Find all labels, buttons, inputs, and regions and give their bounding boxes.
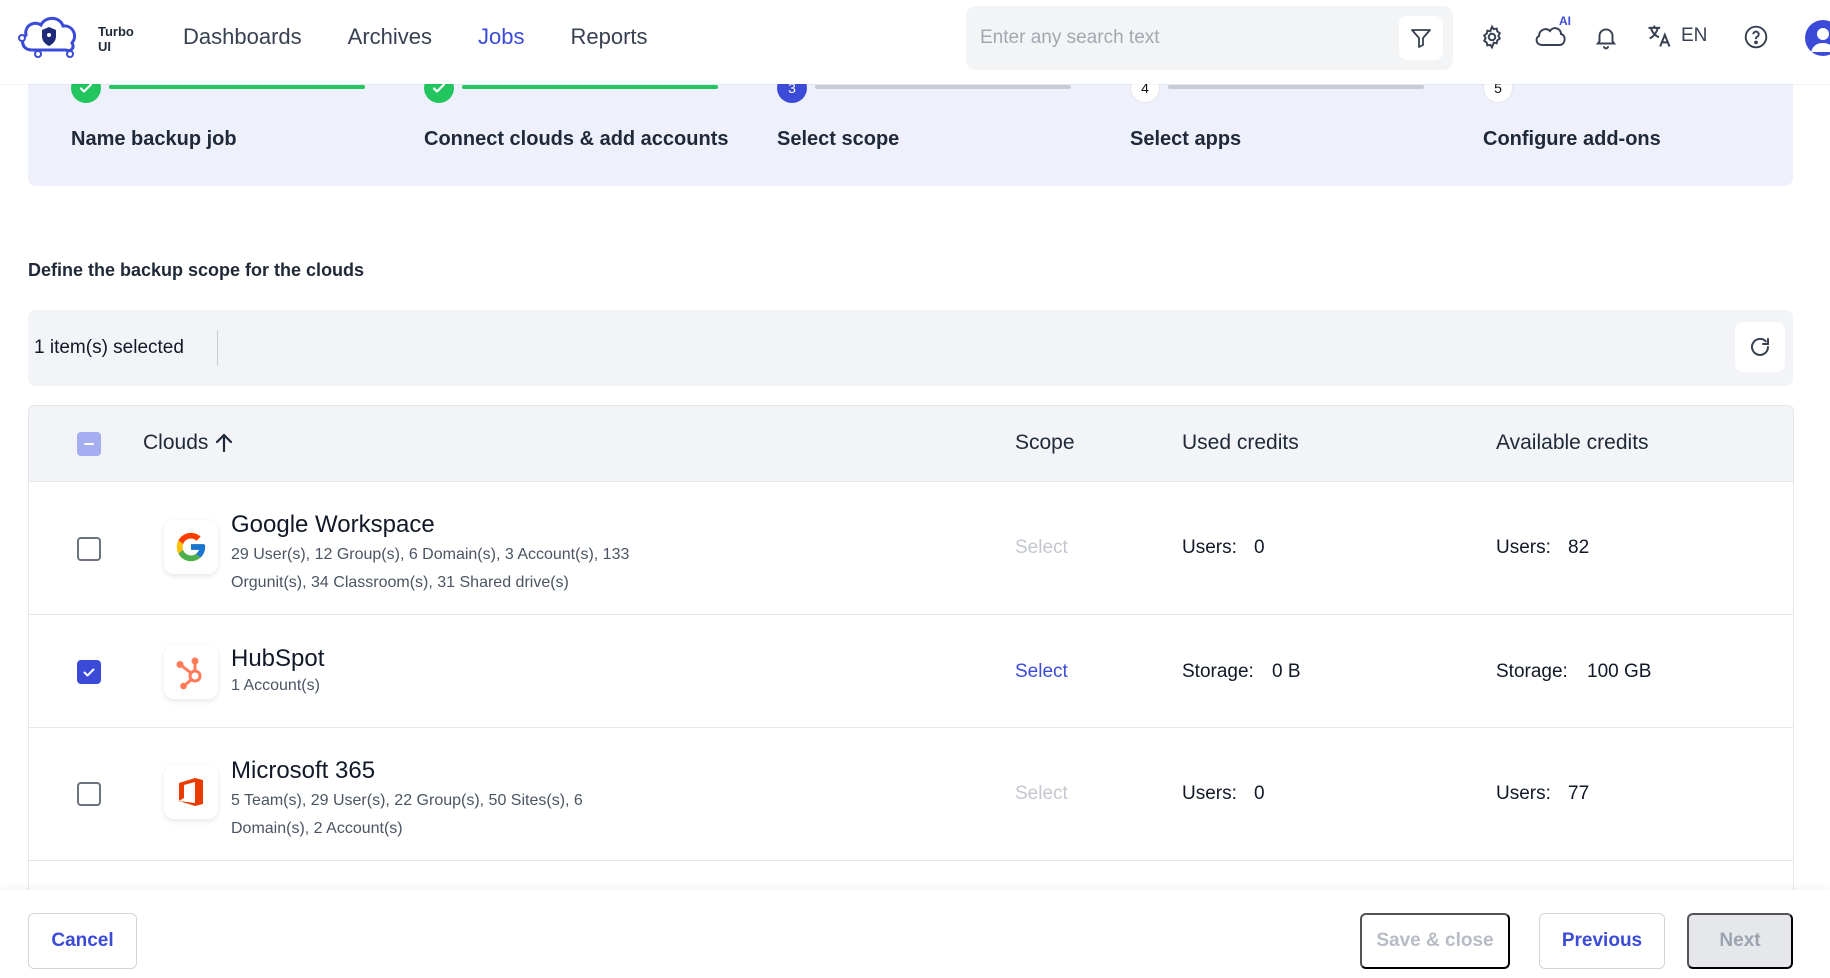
- row-checkbox[interactable]: [77, 782, 101, 806]
- language-code: EN: [1681, 25, 1708, 46]
- bell-icon: [1595, 28, 1617, 50]
- check-icon: [83, 668, 95, 677]
- nav-jobs[interactable]: Jobs: [478, 24, 524, 50]
- used-credits-label: Storage:: [1182, 661, 1254, 682]
- step-label: Select scope: [777, 128, 900, 150]
- filter-icon: [1411, 29, 1431, 48]
- gear-icon: [1482, 24, 1502, 50]
- app-name: HubSpot: [231, 645, 325, 672]
- selection-count: 1 item(s) selected: [34, 337, 184, 358]
- table-row: Microsoft 365 5 Team(s), 29 User(s), 22 …: [29, 728, 1793, 861]
- ai-badge: AI: [1559, 14, 1571, 28]
- translate-icon: [1648, 25, 1671, 47]
- previous-button[interactable]: Previous: [1539, 913, 1665, 969]
- app-name: Google Workspace: [231, 511, 435, 538]
- step-connector: [1168, 85, 1424, 89]
- column-available-credits: Available credits: [1496, 431, 1649, 454]
- google-icon: [164, 520, 218, 574]
- used-credits-value: 0: [1254, 537, 1265, 558]
- help-button[interactable]: [1741, 22, 1771, 52]
- divider: [217, 330, 218, 366]
- search-box: [966, 6, 1453, 70]
- app-detail: 29 User(s), 12 Group(s), 6 Domain(s), 3 …: [231, 546, 630, 591]
- step-label: Name backup job: [71, 128, 237, 150]
- minus-icon: [84, 443, 94, 445]
- notifications-button[interactable]: [1591, 22, 1621, 52]
- filter-button[interactable]: [1399, 16, 1443, 60]
- scope-select-link[interactable]: Select: [1015, 661, 1068, 683]
- row-checkbox[interactable]: [77, 537, 101, 561]
- available-credits-value: 77: [1568, 783, 1590, 804]
- available-credits-value: 82: [1568, 537, 1590, 558]
- app-detail: 5 Team(s), 29 User(s), 22 Group(s), 50 S…: [231, 792, 583, 837]
- user-avatar[interactable]: [1805, 20, 1830, 56]
- nav-reports[interactable]: Reports: [570, 24, 647, 50]
- step-label: Configure add-ons: [1483, 128, 1661, 150]
- used-credits-value: 0: [1254, 783, 1265, 804]
- scope-select-link[interactable]: Select: [1015, 783, 1068, 805]
- main-nav: Dashboards Archives Jobs Reports: [183, 24, 648, 50]
- backup-job-wizard-page: Turbo UI Dashboards Archives Jobs Report…: [0, 0, 1830, 978]
- refresh-icon: [1751, 337, 1769, 356]
- available-credits-label: Users:: [1496, 537, 1551, 558]
- wizard-footer: Cancel Save & close Previous Next: [0, 890, 1830, 978]
- search-input[interactable]: [980, 24, 1360, 52]
- select-all-checkbox[interactable]: [77, 432, 101, 456]
- step-connector: [815, 85, 1071, 89]
- help-icon: [1744, 25, 1768, 49]
- used-credits-label: Users:: [1182, 537, 1237, 558]
- refresh-button[interactable]: [1735, 322, 1785, 372]
- table-row: HubSpot 1 Account(s) Select Storage: 0 B…: [29, 615, 1793, 728]
- cancel-button[interactable]: Cancel: [28, 913, 137, 969]
- column-used-credits: Used credits: [1182, 431, 1299, 454]
- available-credits-label: Storage:: [1496, 661, 1568, 682]
- available-credits-value: 100 GB: [1587, 661, 1652, 682]
- microsoft-office-icon: [164, 765, 218, 819]
- selection-bar: 1 item(s) selected: [28, 310, 1793, 386]
- used-credits-value: 0 B: [1272, 661, 1301, 682]
- hubspot-icon: [164, 645, 218, 699]
- used-credits-label: Users:: [1182, 783, 1237, 804]
- app-name: Microsoft 365: [231, 757, 376, 784]
- nav-archives[interactable]: Archives: [348, 24, 432, 50]
- next-button[interactable]: Next: [1687, 913, 1793, 969]
- top-bar: Turbo UI Dashboards Archives Jobs Report…: [0, 0, 1830, 84]
- user-icon: [1811, 28, 1830, 52]
- column-clouds[interactable]: Clouds: [143, 431, 236, 455]
- scope-select-link[interactable]: Select: [1015, 537, 1068, 559]
- nav-dashboards[interactable]: Dashboards: [183, 24, 302, 50]
- step-connector: [462, 85, 718, 89]
- settings-button[interactable]: [1477, 22, 1507, 52]
- app-logo[interactable]: Turbo UI: [18, 12, 148, 62]
- step-label: Connect clouds & add accounts: [424, 128, 729, 150]
- table-row: Google Workspace 29 User(s), 12 Group(s)…: [29, 482, 1793, 615]
- column-scope: Scope: [1015, 431, 1075, 454]
- cloud-logo-icon: [18, 16, 77, 58]
- language-selector[interactable]: EN: [1645, 22, 1707, 50]
- clouds-table: Clouds Scope Used credits Available cred…: [28, 405, 1794, 965]
- column-clouds-label: Clouds: [143, 431, 209, 454]
- step-label: Select apps: [1130, 128, 1242, 150]
- table-header: Clouds Scope Used credits Available cred…: [29, 406, 1793, 482]
- save-and-close-button[interactable]: Save & close: [1360, 913, 1510, 969]
- section-title: Define the backup scope for the clouds: [28, 260, 365, 280]
- available-credits-label: Users:: [1496, 783, 1551, 804]
- app-detail: 1 Account(s): [231, 677, 320, 694]
- sort-ascending-icon: [216, 433, 233, 453]
- row-checkbox[interactable]: [77, 660, 101, 684]
- brand-name: Turbo UI: [98, 24, 134, 54]
- step-connector: [109, 85, 365, 89]
